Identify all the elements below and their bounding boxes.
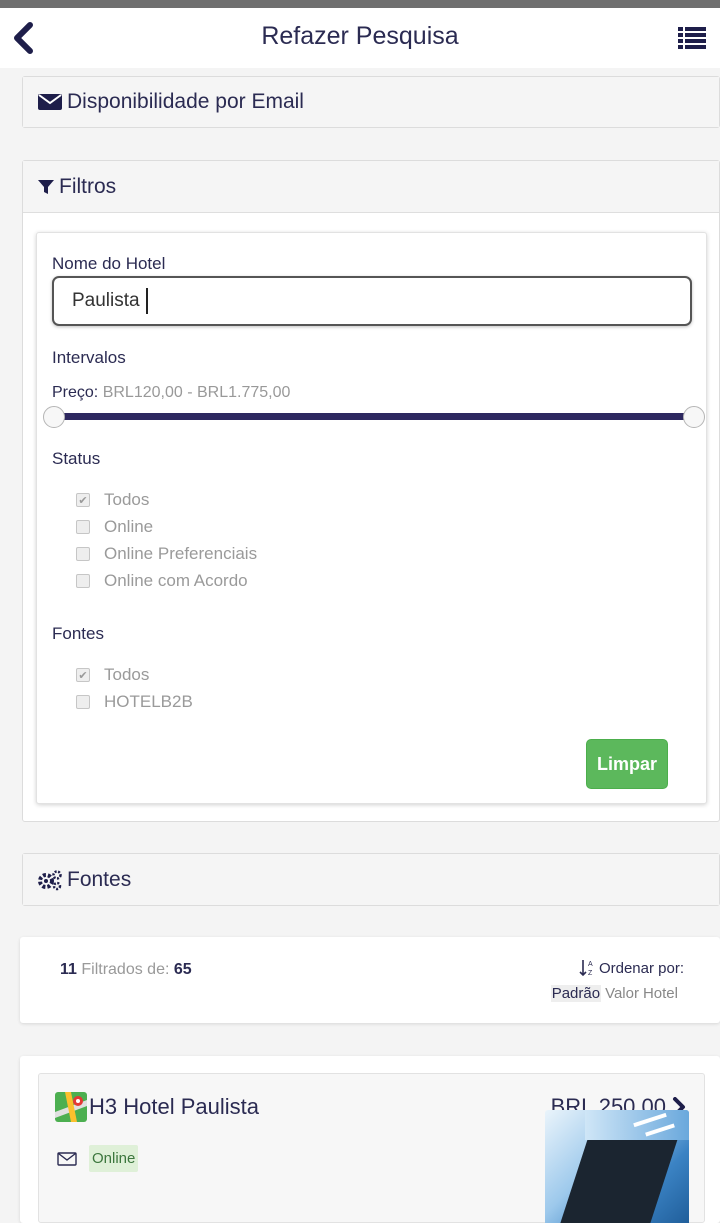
sort-options: Padrão Valor Hotel: [550, 985, 678, 1002]
source-option-label: HOTELB2B: [104, 692, 193, 711]
price-slider-track[interactable]: [56, 413, 692, 420]
status-option-label: Online: [104, 517, 154, 536]
sort-by-label: Ordenar por:: [598, 959, 684, 977]
app-header: Refazer Pesquisa: [0, 8, 720, 68]
text-cursor: [146, 288, 148, 314]
price-slider-min-handle[interactable]: [43, 406, 65, 428]
clear-filters-button[interactable]: Limpar: [586, 739, 668, 789]
price-label: Preço:: [52, 384, 99, 401]
status-checkbox[interactable]: [76, 574, 90, 588]
status-badge: Online: [89, 1145, 139, 1172]
gears-icon: [38, 869, 62, 890]
filters-header[interactable]: Filtros: [23, 161, 719, 213]
svg-text:Z: Z: [588, 970, 593, 977]
status-option[interactable]: Online Preferenciais: [76, 544, 257, 564]
status-label: Status: [52, 449, 101, 468]
email-availability-title: Disponibilidade por Email: [67, 90, 304, 113]
hotel-title-row: H3 Hotel Paulista: [55, 1092, 259, 1122]
sources-title: Fontes: [67, 867, 132, 891]
page-title: Refazer Pesquisa: [261, 22, 459, 50]
status-checkbox[interactable]: [76, 520, 90, 534]
status-option[interactable]: Online: [76, 517, 153, 537]
status-option-label: Online com Acordo: [104, 571, 248, 590]
source-option[interactable]: HOTELB2B: [76, 692, 193, 712]
source-option[interactable]: ✔ Todos: [76, 665, 149, 685]
hotel-name-input[interactable]: [52, 276, 692, 326]
filters-title: Filtros: [59, 174, 117, 198]
chevron-left-icon: [14, 22, 33, 54]
top-strip: [0, 0, 720, 8]
source-checkbox[interactable]: ✔: [76, 668, 90, 682]
hotel-result-card[interactable]: H3 Hotel Paulista BRL 250,00 Online: [38, 1073, 705, 1223]
sort-option-default[interactable]: Padrão: [550, 985, 602, 1002]
email-availability-header[interactable]: Disponibilidade por Email: [23, 77, 719, 127]
hotel-status-row: Online: [57, 1145, 139, 1172]
back-button[interactable]: [8, 21, 38, 55]
filtered-count-text: 11 Filtrados de: 65: [60, 961, 192, 979]
envelope-outline-icon[interactable]: [57, 1151, 77, 1166]
price-slider-max-handle[interactable]: [683, 406, 705, 428]
status-checkbox[interactable]: [76, 547, 90, 561]
sort-by-row[interactable]: A Z Ordenar por:: [579, 959, 684, 977]
filtered-count: 11: [60, 961, 77, 978]
sources-label: Fontes: [52, 624, 104, 643]
price-range-row: Preço: BRL120,00 - BRL1.775,00: [52, 384, 290, 402]
results-summary: 11 Filtrados de: 65 A Z Ordenar por: Pad…: [20, 937, 720, 1023]
hotel-photo[interactable]: [545, 1110, 689, 1223]
filter-icon: [38, 179, 54, 194]
sources-panel: Fontes: [22, 853, 720, 906]
svg-text:A: A: [588, 961, 593, 968]
status-option[interactable]: ✔ Todos: [76, 490, 149, 510]
sort-alpha-icon: A Z: [579, 960, 593, 977]
email-availability-panel: Disponibilidade por Email: [22, 76, 720, 128]
filtered-label: Filtrados de:: [81, 961, 170, 978]
map-icon[interactable]: [55, 1092, 87, 1122]
total-count: 65: [173, 961, 192, 978]
sources-header[interactable]: Fontes: [23, 854, 719, 905]
list-icon: [678, 27, 706, 49]
sort-option-hotel[interactable]: Hotel: [643, 985, 678, 1002]
status-option-label: Todos: [104, 490, 150, 509]
hotel-name-label: Nome do Hotel: [52, 254, 166, 273]
source-option-label: Todos: [104, 665, 150, 684]
status-option[interactable]: Online com Acordo: [76, 571, 248, 591]
hotel-name[interactable]: H3 Hotel Paulista: [89, 1094, 259, 1120]
envelope-icon: [38, 94, 62, 110]
source-checkbox[interactable]: [76, 695, 90, 709]
price-range-value: BRL120,00 - BRL1.775,00: [102, 384, 291, 401]
ranges-label: Intervalos: [52, 348, 126, 367]
sort-option-value[interactable]: Valor: [605, 985, 639, 1002]
status-checkbox[interactable]: ✔: [76, 493, 90, 507]
menu-button[interactable]: [676, 24, 708, 52]
status-option-label: Online Preferenciais: [104, 544, 258, 563]
